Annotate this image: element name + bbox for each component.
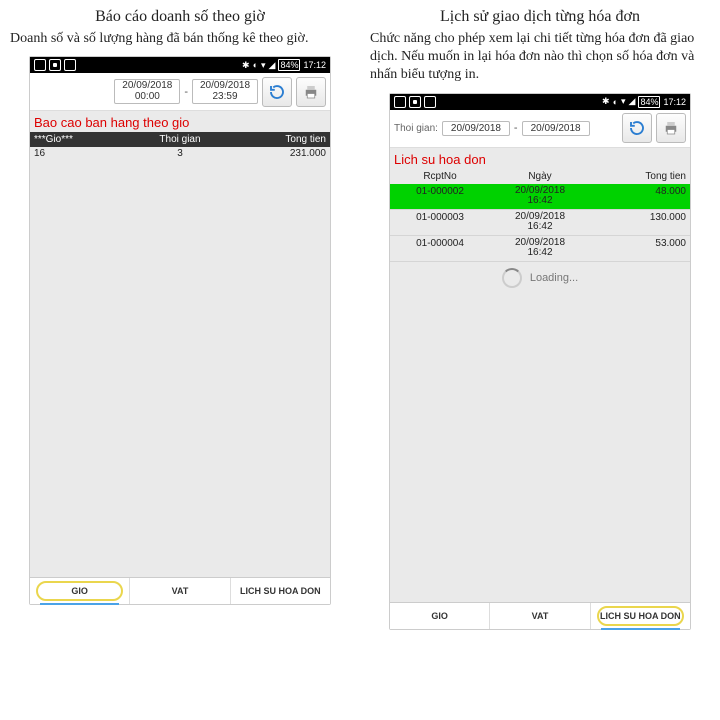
range-dash: - [184,86,188,98]
report-title: Lich su hoa don [390,148,690,169]
range-dash: - [514,122,518,134]
right-desc: Chức năng cho phép xem lại chi tiết từng… [370,30,710,85]
col-rcpt: RcptNo [390,171,490,182]
tab-hoadon[interactable]: LICH SU HOA DON [591,603,690,629]
tab-gio[interactable]: GIO [390,603,490,629]
loading-indicator: Loading... [390,268,690,288]
tab-vat[interactable]: VAT [130,578,230,604]
filter-bar: 20/09/2018 00:00 - 20/09/2018 23:59 [30,73,330,111]
cell-amount: 53.000 [590,238,690,259]
cell-count: 3 [130,148,230,159]
cell-amount: 48.000 [590,186,690,207]
to-time: 23:59 [195,92,255,103]
right-phone: ✱ ◐ ▾ ◢ 84% 17:12 Thoi gian: 20/09/2018 … [389,93,691,630]
status-icon [394,96,406,108]
clock: 17:12 [303,60,326,70]
tab-vat[interactable]: VAT [490,603,590,629]
spinner-icon [502,268,522,288]
refresh-button[interactable] [622,113,652,143]
status-icon [64,59,76,71]
status-icon [34,59,46,71]
from-datetime-input[interactable]: 20/09/2018 00:00 [114,79,180,104]
col-count: Thoi gian [130,134,230,145]
cell-amount: 130.000 [590,212,690,233]
cell-date: 20/09/201816:42 [490,186,590,207]
cell-rcpt: 01-000002 [390,186,490,207]
col-total: Tong tien [590,171,690,182]
table-header: RcptNo Ngày Tong tien [390,169,690,184]
location-icon: ◐ [613,97,618,107]
printer-icon [662,119,680,137]
table-row[interactable]: 01-00000220/09/201816:4248.000 [390,184,690,210]
status-bar: ✱ ◐ ▾ ◢ 84% 17:12 [30,57,330,73]
right-title: Lịch sử giao dịch từng hóa đơn [370,8,710,26]
signal-icon: ◢ [269,60,276,71]
refresh-button[interactable] [262,77,292,107]
cell-rcpt: 01-000003 [390,212,490,233]
left-phone: ✱ ◐ ▾ ◢ 84% 17:12 20/09/2018 00:00 - 20/… [29,56,331,605]
wifi-icon: ▾ [261,60,266,71]
table-row[interactable]: 01-00000320/09/201816:42130.000 [390,210,690,236]
report-title: Bao cao ban hang theo gio [30,111,330,132]
cell-date: 20/09/201816:42 [490,238,590,259]
to-datetime-input[interactable]: 20/09/2018 23:59 [192,79,258,104]
cell-rcpt: 01-000004 [390,238,490,259]
from-time: 00:00 [117,92,177,103]
bluetooth-icon: ✱ [602,96,610,107]
tab-gio[interactable]: GIO [30,578,130,604]
filter-bar: Thoi gian: 20/09/2018 - 20/09/2018 [390,110,690,148]
print-button[interactable] [656,113,686,143]
table-header: ***Gio*** Thoi gian Tong tien [30,132,330,147]
status-icon [409,96,421,108]
status-icon [49,59,61,71]
bluetooth-icon: ✱ [242,60,250,71]
loading-text: Loading... [530,272,578,284]
tab-hoadon[interactable]: LICH SU HOA DON [231,578,330,604]
col-total: Tong tien [230,134,330,145]
signal-icon: ◢ [629,96,636,107]
cell-amount: 231.000 [230,148,330,159]
printer-icon [302,83,320,101]
location-icon: ◐ [253,60,258,70]
cell-date: 20/09/201816:42 [490,212,590,233]
filter-label: Thoi gian: [394,123,438,134]
table-body: 16 3 231.000 [30,147,330,577]
status-bar: ✱ ◐ ▾ ◢ 84% 17:12 [390,94,690,110]
refresh-icon [268,83,286,101]
left-title: Báo cáo doanh số theo giờ [10,8,350,26]
wifi-icon: ▾ [621,96,626,107]
table-row[interactable]: 16 3 231.000 [30,147,330,160]
table-body: 01-00000220/09/201816:4248.00001-0000032… [390,184,690,602]
left-desc: Doanh số và số lượng hàng đã bán thống k… [10,30,350,48]
print-button[interactable] [296,77,326,107]
bottom-tabs: GIO VAT LICH SU HOA DON [30,577,330,604]
battery-indicator: 84% [278,59,300,71]
to-date-input[interactable]: 20/09/2018 [522,121,590,136]
refresh-icon [628,119,646,137]
col-hour: ***Gio*** [30,134,130,145]
table-row[interactable]: 01-00000420/09/201816:4253.000 [390,236,690,262]
status-icon [424,96,436,108]
col-date: Ngày [490,171,590,182]
battery-indicator: 84% [638,96,660,108]
from-date-input[interactable]: 20/09/2018 [442,121,510,136]
cell-hour: 16 [30,148,130,159]
clock: 17:12 [663,97,686,107]
bottom-tabs: GIO VAT LICH SU HOA DON [390,602,690,629]
